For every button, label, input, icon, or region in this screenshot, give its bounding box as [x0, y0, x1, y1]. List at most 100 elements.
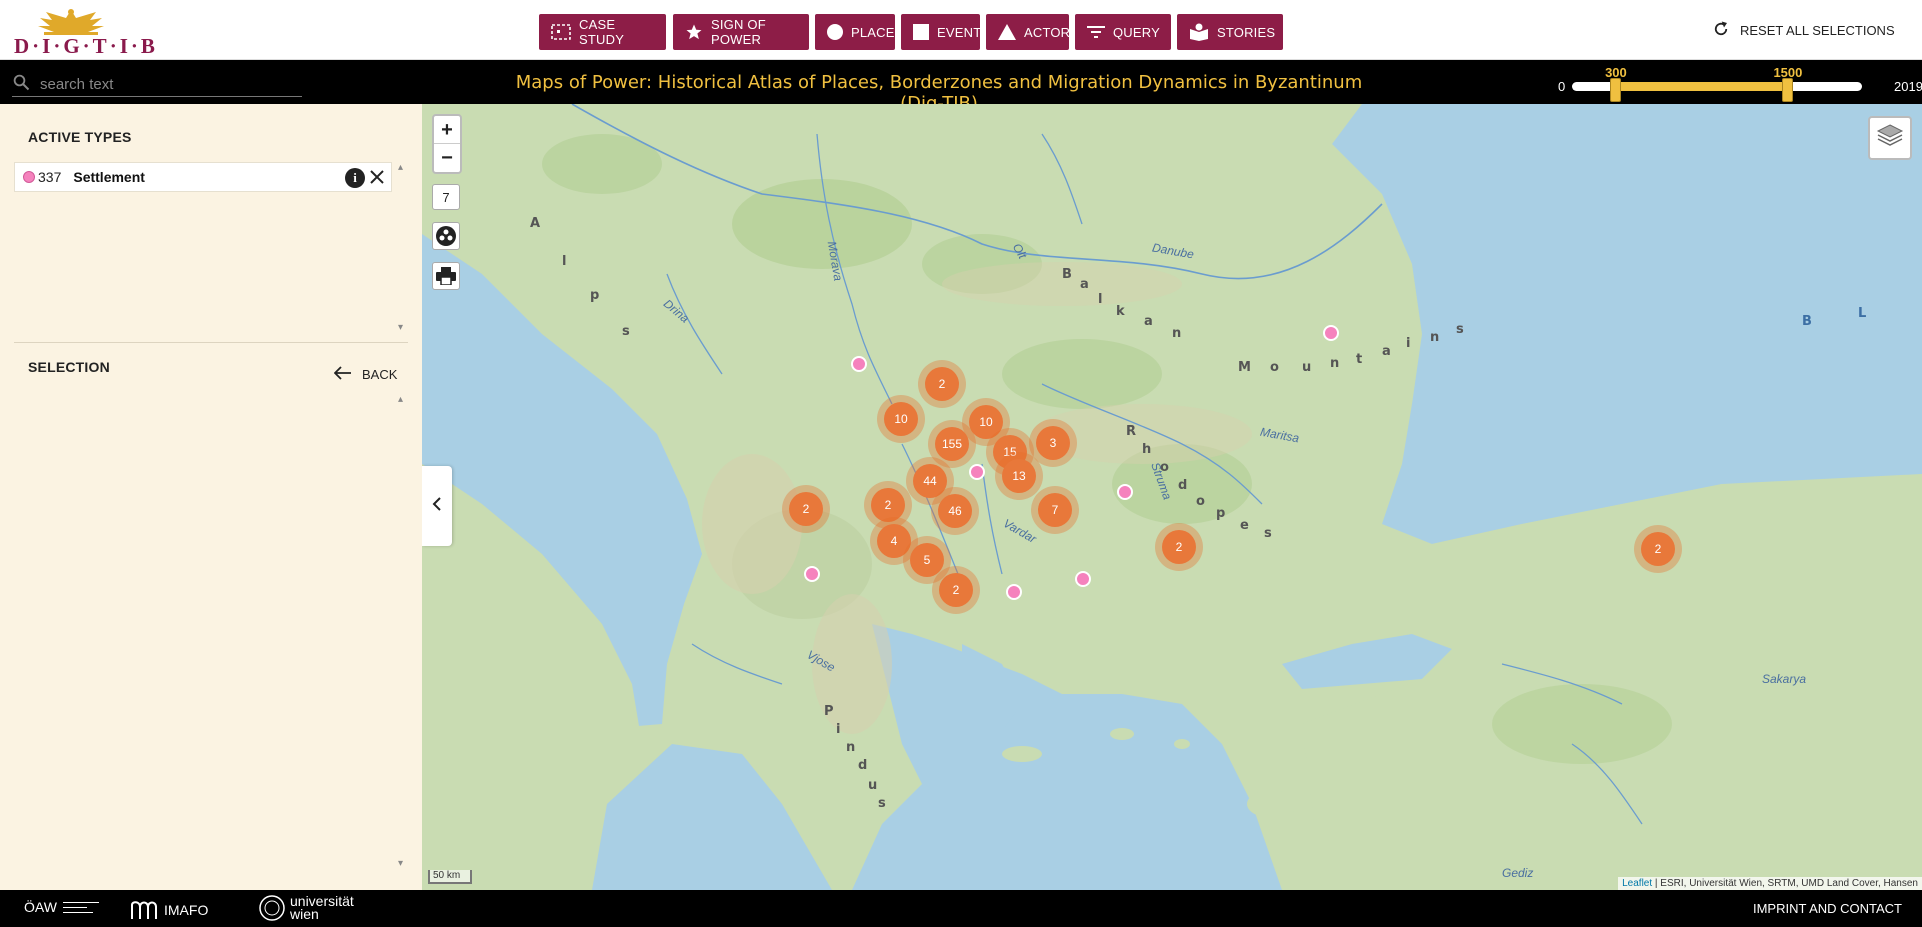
marker-cluster[interactable]: 2: [782, 485, 830, 533]
scroll-down-icon[interactable]: ▾: [398, 858, 408, 869]
chevron-left-icon: [432, 496, 442, 516]
settlement-marker[interactable]: [1117, 484, 1133, 500]
nav-case-study-label: CASE STUDY: [579, 17, 625, 47]
nav-event-button[interactable]: EVENT: [901, 14, 982, 50]
zoom-level-indicator: 7: [432, 184, 460, 210]
rhodopes-letter: o: [1196, 494, 1205, 509]
active-types-heading: ACTIVE TYPES: [28, 129, 132, 145]
scroll-down-icon[interactable]: ▾: [398, 322, 408, 333]
eagle-logo-icon: [38, 9, 104, 35]
nav-sign-of-power-button[interactable]: SIGN OF POWER: [673, 14, 809, 50]
cluster-count: 2: [789, 492, 823, 526]
slider-to-handle[interactable]: [1782, 78, 1794, 102]
balkan-letter: t: [1356, 352, 1363, 367]
balkan-letter: i: [1406, 336, 1411, 351]
square-icon: [913, 23, 929, 41]
close-icon[interactable]: [367, 167, 387, 187]
nav-case-study-button[interactable]: CASE STUDY: [539, 14, 666, 50]
marker-cluster[interactable]: 2: [1155, 523, 1203, 571]
imafo-label: IMAFO: [164, 902, 209, 918]
rhodopes-letter: s: [1264, 526, 1272, 541]
map-scale-bar: 50 km: [428, 870, 472, 884]
imprint-contact-link[interactable]: IMPRINT AND CONTACT: [1753, 901, 1902, 916]
triangle-icon: [998, 23, 1016, 41]
nav-place-button[interactable]: PLACE: [815, 14, 895, 50]
marker-cluster[interactable]: 2: [1634, 525, 1682, 573]
balkan-letter: n: [1172, 326, 1182, 341]
logo-wordmark: D·I·G·T·I·B: [14, 34, 158, 58]
balkan-letter: n: [1430, 330, 1440, 345]
settlement-marker[interactable]: [1006, 584, 1022, 600]
slider-selected-range: [1615, 82, 1788, 91]
reset-all-selections-button[interactable]: RESET ALL SELECTIONS: [1712, 20, 1895, 41]
alps-letter: A: [530, 216, 541, 231]
nav-query-button[interactable]: QUERY: [1075, 14, 1171, 50]
collapse-sidebar-button[interactable]: [422, 466, 452, 546]
balkan-letter: M: [1238, 360, 1251, 375]
attribution-text: | ESRI, Universität Wien, SRTM, UMD Land…: [1652, 878, 1918, 889]
rhodopes-letter: p: [1216, 506, 1226, 521]
zoom-control: + −: [432, 114, 462, 174]
sea-label-letter: L: [1858, 306, 1867, 321]
imafo-logo[interactable]: IMAFO: [128, 899, 208, 921]
cluster-count: 3: [1036, 426, 1070, 460]
map-attribution: Leaflet | ESRI, Universität Wien, SRTM, …: [1618, 877, 1922, 890]
cluster-toggle-icon[interactable]: [432, 222, 460, 250]
type-name: Settlement: [73, 169, 145, 185]
marker-cluster[interactable]: 7: [1031, 486, 1079, 534]
marker-cluster[interactable]: 13: [995, 452, 1043, 500]
uni-wien-logo[interactable]: universität wien: [258, 894, 354, 922]
selection-heading: SELECTION: [28, 359, 110, 375]
nav-actor-button[interactable]: ACTOR: [986, 14, 1071, 50]
river-label-gediz: Gediz: [1502, 866, 1534, 880]
slider-from-handle[interactable]: [1610, 78, 1622, 102]
settlement-marker[interactable]: [1075, 571, 1091, 587]
nav-event-label: EVENT: [937, 24, 982, 40]
scroll-up-icon[interactable]: ▴: [398, 162, 408, 173]
rhodopes-letter: R: [1126, 424, 1137, 439]
pindus-letter: n: [846, 740, 856, 755]
slider-min-label: 0: [1558, 79, 1566, 94]
pindus-letter: i: [836, 722, 841, 737]
search-input[interactable]: [40, 76, 290, 93]
nav-actor-label: ACTOR: [1024, 24, 1071, 40]
oaw-logo[interactable]: ÖAW: [24, 899, 99, 915]
reset-label: RESET ALL SELECTIONS: [1740, 23, 1895, 38]
settlement-marker[interactable]: [851, 356, 867, 372]
cluster-count: 7: [1038, 493, 1072, 527]
marker-cluster[interactable]: 46: [931, 487, 979, 535]
search-icon: [12, 73, 30, 96]
time-range-slider[interactable]: 0 2019 300 1500: [1554, 64, 1922, 102]
pindus-letter: s: [878, 796, 886, 811]
marker-cluster[interactable]: 10: [877, 395, 925, 443]
imafo-mark-icon: [131, 901, 157, 919]
scroll-up-icon[interactable]: ▴: [398, 394, 408, 405]
pindus-letter: P: [824, 704, 834, 719]
oaw-label: ÖAW: [24, 899, 57, 915]
marker-cluster[interactable]: 2: [918, 360, 966, 408]
cluster-count: 2: [939, 573, 973, 607]
digtib-logo[interactable]: D·I·G·T·I·B: [14, 6, 158, 58]
zoom-out-button[interactable]: −: [434, 144, 460, 172]
balkan-letter: o: [1270, 360, 1279, 375]
marker-cluster[interactable]: 2: [932, 566, 980, 614]
layers-control-button[interactable]: [1868, 116, 1912, 160]
settlement-dot-icon: [23, 171, 35, 183]
info-icon[interactable]: i: [345, 168, 365, 188]
type-count: 337: [38, 169, 62, 185]
back-button[interactable]: BACK: [333, 366, 397, 383]
settlement-marker[interactable]: [804, 566, 820, 582]
map-view[interactable]: Morava Olt Danube Drina Maritsa Struma V…: [422, 104, 1922, 890]
balkan-letter: n: [1330, 356, 1340, 371]
zoom-in-button[interactable]: +: [434, 116, 460, 144]
cluster-count: 155: [935, 427, 969, 461]
settlement-marker[interactable]: [1323, 325, 1339, 341]
slider-max-label: 2019: [1894, 79, 1922, 94]
balkan-letter: B: [1062, 267, 1072, 282]
settlement-marker[interactable]: [969, 464, 985, 480]
nav-stories-button[interactable]: STORIES: [1177, 14, 1283, 50]
balkan-letter: a: [1080, 277, 1089, 292]
active-type-item[interactable]: 337 Settlement i: [14, 162, 392, 192]
leaflet-link[interactable]: Leaflet: [1622, 878, 1652, 889]
print-icon[interactable]: [432, 262, 460, 290]
